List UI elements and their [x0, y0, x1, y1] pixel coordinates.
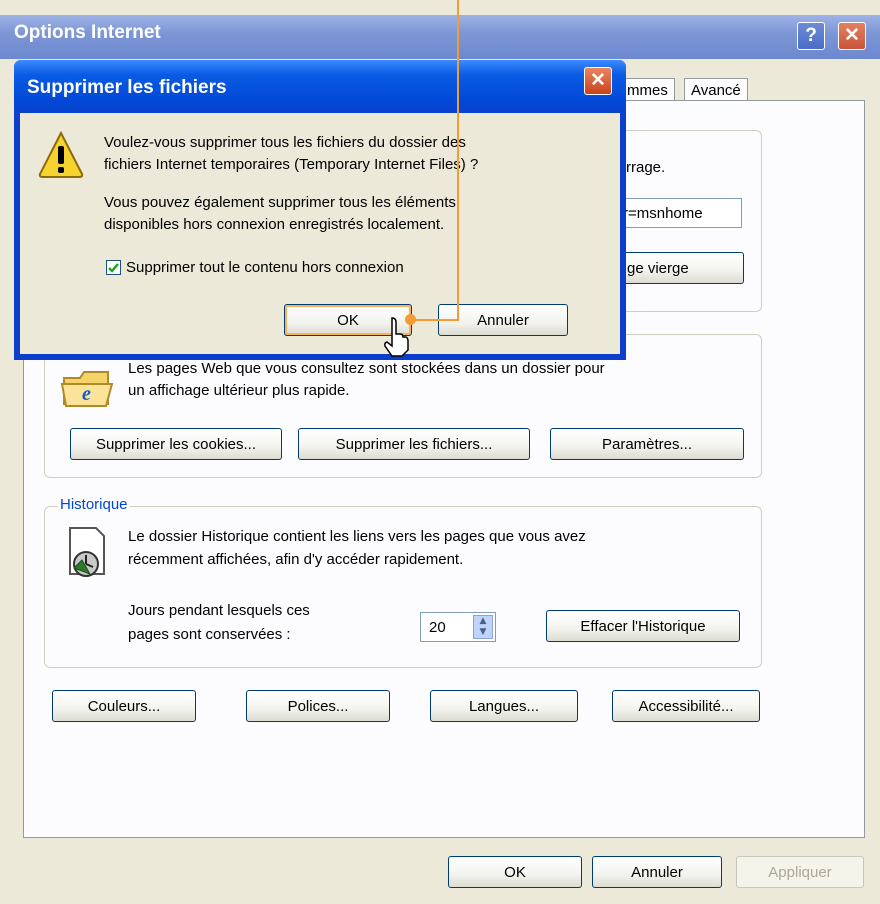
history-icon	[62, 524, 112, 580]
dialog-title: Supprimer les fichiers	[27, 77, 227, 98]
home-page-text-fragment: rrage.	[626, 159, 666, 176]
fonts-button[interactable]: Polices...	[246, 690, 390, 722]
days-value: 20	[429, 619, 446, 636]
delete-files-button[interactable]: Supprimer les fichiers...	[298, 428, 530, 460]
dialog-info-line1: Vous pouvez également supprimer tous les…	[104, 194, 456, 211]
history-desc-1: Le dossier Historique contient les liens…	[128, 528, 586, 545]
help-button[interactable]: ?	[797, 22, 825, 50]
main-ok-button[interactable]: OK	[448, 856, 582, 888]
accessibility-button[interactable]: Accessibilité...	[612, 690, 760, 722]
settings-button[interactable]: Paramètres...	[550, 428, 744, 460]
clear-history-button[interactable]: Effacer l'Historique	[546, 610, 740, 642]
warning-icon	[38, 130, 84, 180]
days-spinner[interactable]: 20 ▲ ▼	[420, 612, 496, 642]
offline-content-checkbox-label[interactable]: Supprimer tout le contenu hors connexion	[126, 257, 404, 278]
home-url-input[interactable]: r=msnhome	[612, 198, 742, 228]
callout-line-horizontal	[410, 319, 459, 321]
history-desc-2: récemment affichées, afin d'y accéder ra…	[128, 551, 464, 568]
main-cancel-button[interactable]: Annuler	[592, 856, 722, 888]
delete-cookies-button[interactable]: Supprimer les cookies...	[70, 428, 282, 460]
dialog-question-line2: fichiers Internet temporaires (Temporary…	[104, 156, 479, 173]
languages-button[interactable]: Langues...	[430, 690, 578, 722]
days-label-line1: Jours pendant lesquels ces	[128, 602, 310, 619]
days-label-line2: pages sont conservées :	[128, 626, 291, 643]
offline-content-checkbox[interactable]	[106, 260, 121, 275]
apply-button[interactable]: Appliquer	[736, 856, 864, 888]
svg-text:e: e	[82, 383, 91, 405]
callout-line-vertical	[457, 0, 459, 321]
temp-files-desc-2: un affichage ultérieur plus rapide.	[128, 382, 350, 399]
spinner-arrows-icon[interactable]: ▲ ▼	[473, 615, 493, 639]
checkmark-icon	[108, 263, 119, 273]
ie-folder-icon: e	[60, 360, 114, 410]
colors-button[interactable]: Couleurs...	[52, 690, 196, 722]
main-window-title: Options Internet	[14, 22, 161, 43]
dialog-info-line2: disponibles hors connexion enregistrés l…	[104, 216, 445, 233]
dialog-question-line1: Voulez-vous supprimer tous les fichiers …	[104, 134, 466, 151]
mouse-cursor-icon	[382, 316, 410, 358]
dialog-close-button[interactable]: ✕	[584, 67, 612, 95]
history-legend: Historique	[58, 496, 130, 513]
temp-files-desc-1: Les pages Web que vous consultez sont st…	[128, 360, 605, 377]
home-url-value: r=msnhome	[623, 205, 703, 222]
close-button[interactable]: ✕	[838, 22, 866, 50]
